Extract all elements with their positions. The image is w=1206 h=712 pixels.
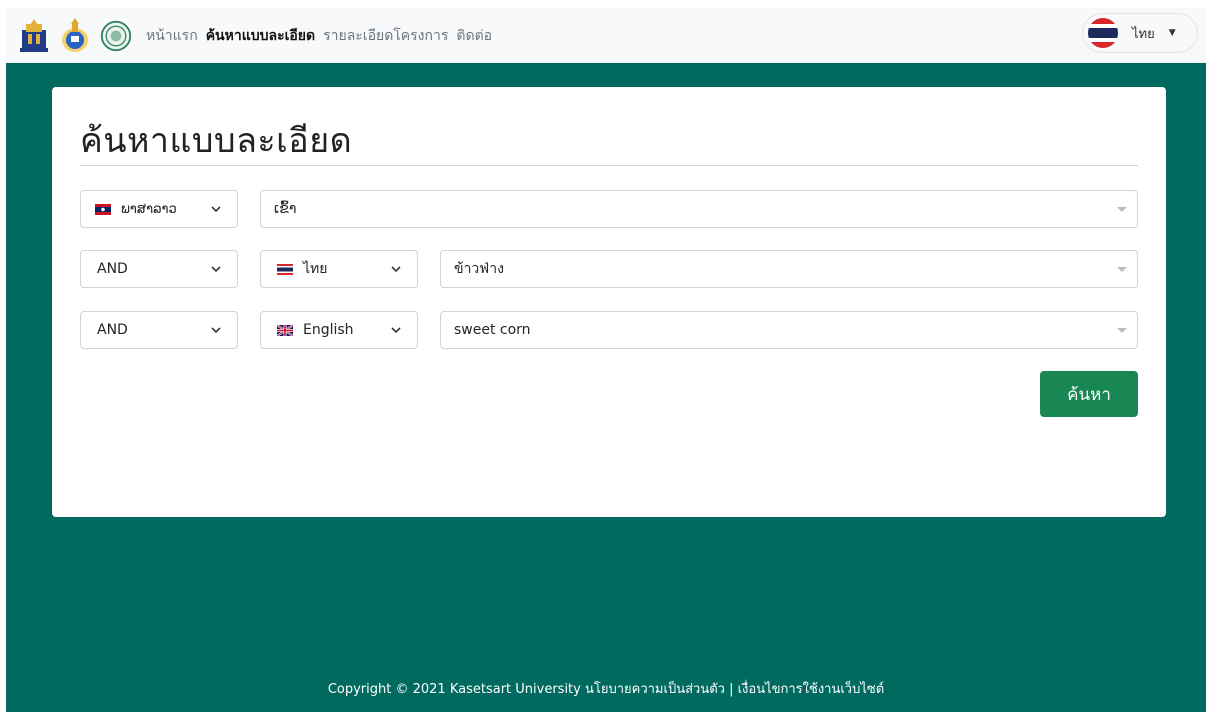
row2-language-value: ไทย xyxy=(303,261,328,277)
thai-flag-icon xyxy=(277,263,293,275)
nav-links: หน้าแรก ค้นหาแบบละเอียด รายละเอียดโครงกา… xyxy=(146,23,492,49)
nav-link-contact[interactable]: ติดต่อ xyxy=(456,23,492,49)
row1-language-select[interactable]: ພາສາລາວ xyxy=(80,190,238,228)
row2-term-input[interactable]: ข้าวฟ่าง xyxy=(440,250,1138,288)
university-seal-icon[interactable] xyxy=(18,18,50,54)
logo-group xyxy=(18,17,132,54)
row3-term-input[interactable]: sweet corn xyxy=(440,311,1138,349)
footer: Copyright © 2021 Kasetsart University นโ… xyxy=(327,682,885,697)
language-label: ไทย xyxy=(1132,26,1155,42)
page-title: ค้นหาแบบละเอียด xyxy=(80,121,353,161)
ministry-seal-icon[interactable] xyxy=(100,18,132,54)
row3-language-select[interactable]: English xyxy=(260,311,418,349)
row1-term-input[interactable]: ເຂົ້າ xyxy=(260,190,1138,228)
row2-operator-value: AND xyxy=(97,261,128,277)
top-navbar: หน้าแรก ค้นหาแบบละเอียด รายละเอียดโครงกา… xyxy=(6,8,1206,63)
row2-operator-select[interactable]: AND xyxy=(80,250,238,288)
row2-term-value: ข้าวฟ่าง xyxy=(454,261,504,277)
dropdown-caret-icon xyxy=(1117,207,1127,212)
row2-language-select[interactable]: ไทย xyxy=(260,250,418,288)
nav-link-home[interactable]: หน้าแรก xyxy=(146,23,198,49)
chevron-down-icon xyxy=(211,206,221,213)
page-background: หน้าแรก ค้นหาแบบละเอียด รายละเอียดโครงกา… xyxy=(6,8,1206,712)
chevron-down-icon xyxy=(211,266,221,273)
dropdown-caret-icon xyxy=(1117,328,1127,333)
lao-flag-icon xyxy=(95,203,111,215)
row3-language-value: English xyxy=(303,322,354,338)
row3-term-value: sweet corn xyxy=(454,322,531,338)
title-divider xyxy=(80,165,1138,166)
chevron-down-icon xyxy=(391,327,401,334)
search-button[interactable]: ค้นหา xyxy=(1040,371,1138,417)
advanced-search-card: ค้นหาแบบละเอียด ພາສາລາວ ເຂົ້າ AND ไทย ข้… xyxy=(52,87,1166,517)
language-switcher[interactable]: ไทย ▼ xyxy=(1082,13,1198,53)
dropdown-caret-icon xyxy=(1117,267,1127,272)
nav-link-advanced-search[interactable]: ค้นหาแบบละเอียด xyxy=(206,23,315,49)
royal-emblem-icon[interactable] xyxy=(59,17,91,54)
row3-operator-select[interactable]: AND xyxy=(80,311,238,349)
row1-language-value: ພາສາລາວ xyxy=(121,201,177,217)
uk-flag-icon xyxy=(277,324,293,336)
chevron-down-icon xyxy=(391,266,401,273)
row1-term-value: ເຂົ້າ xyxy=(274,201,297,217)
nav-link-project-details[interactable]: รายละเอียดโครงการ xyxy=(323,23,448,49)
row3-operator-value: AND xyxy=(97,322,128,338)
thai-flag-icon xyxy=(1088,18,1118,48)
chevron-down-icon xyxy=(211,327,221,334)
caret-down-icon: ▼ xyxy=(1168,28,1176,38)
